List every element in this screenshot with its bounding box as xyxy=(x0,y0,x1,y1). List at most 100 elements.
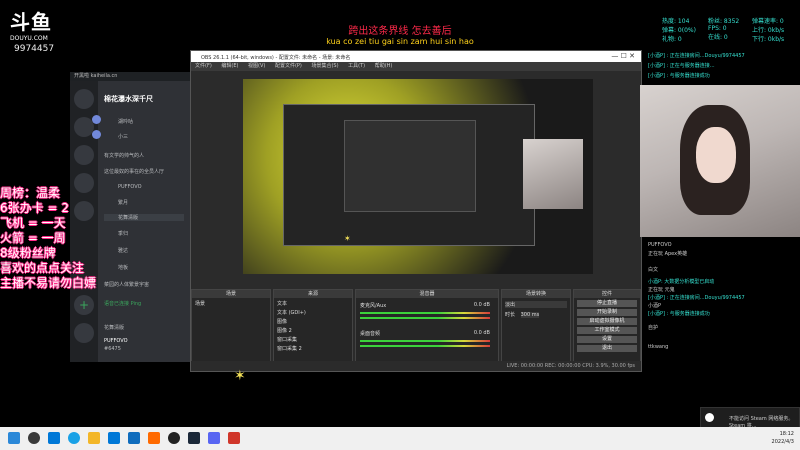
webcam-face xyxy=(696,127,736,183)
server-icon[interactable] xyxy=(74,145,94,165)
menu-view[interactable]: 视图(V) xyxy=(248,63,265,69)
avatar xyxy=(92,130,101,139)
scenes-header: 场景 xyxy=(192,290,270,298)
star-decoration: ✶ xyxy=(344,234,351,243)
nested-capture-inner xyxy=(344,120,476,212)
chat-line: 正在玩 Apex英雄 xyxy=(648,251,688,257)
discord-icon[interactable] xyxy=(208,432,220,444)
search-icon[interactable] xyxy=(28,432,40,444)
apex-icon[interactable] xyxy=(228,432,240,444)
menu-tools[interactable]: 工具(T) xyxy=(348,63,365,69)
server-icon[interactable] xyxy=(74,117,94,137)
menu-scene-collection[interactable]: 场景集合(S) xyxy=(311,63,338,69)
transition-duration-label: 时长 xyxy=(505,312,516,318)
channel-item[interactable]: 季归 xyxy=(104,230,128,237)
chat-line: 自护 xyxy=(648,325,659,331)
server-icon[interactable] xyxy=(74,89,94,109)
obs-statusbar: LIVE: 00:00:00 REC: 00:00:00 CPU: 3.9%, … xyxy=(191,361,641,371)
menu-edit[interactable]: 编辑(E) xyxy=(221,63,238,69)
channel-item-active[interactable]: 花舞清版 xyxy=(104,214,184,221)
menu-file[interactable]: 文件(F) xyxy=(195,63,212,69)
rank-line: 喜欢的点点关注 xyxy=(0,261,85,275)
mixer-dock: 混音器 麦克风/Aux 0.0 dB 桌面音频 0.0 dB xyxy=(355,289,499,371)
server-name: 棉花瀑水深千尺 xyxy=(104,95,153,103)
source-item[interactable]: 文本 (GDI+) xyxy=(277,309,349,316)
stat-gift: 礼物: 0 xyxy=(662,36,682,43)
volume-meter xyxy=(360,340,490,342)
mail-icon[interactable] xyxy=(128,432,140,444)
source-item[interactable]: 窗口采集 2 xyxy=(277,345,349,352)
start-recording-button[interactable]: 开始录制 xyxy=(577,309,637,316)
sources-header: 来源 xyxy=(274,290,352,298)
source-item[interactable]: 图像 2 xyxy=(277,327,349,334)
source-item[interactable]: 文本 xyxy=(277,300,349,307)
scene-item[interactable]: 场景 xyxy=(195,300,267,307)
menu-help[interactable]: 帮助(H) xyxy=(375,63,393,69)
channel-item[interactable]: 地板 xyxy=(104,264,128,271)
voice-channel: 花舞清版 xyxy=(104,325,125,331)
source-item[interactable]: 窗口采集 xyxy=(277,336,349,343)
explorer-icon[interactable] xyxy=(88,432,100,444)
clock-date: 2022/4/3 xyxy=(771,439,794,445)
channel-item[interactable]: 湖吟咕 xyxy=(92,115,133,125)
virtual-camera-button[interactable]: 启动虚拟摄像机 xyxy=(577,318,637,325)
explore-icon[interactable] xyxy=(74,323,94,343)
stat-download: 下行: 0kb/s xyxy=(752,36,785,43)
scenes-dock: 场景 场景 xyxy=(191,289,271,371)
mixer-track-db: 0.0 dB xyxy=(473,302,490,308)
obs-menubar: 文件(F) 编辑(E) 视图(V) 配置文件(P) 场景集合(S) 工具(T) … xyxy=(191,62,641,71)
exit-button[interactable]: 退出 xyxy=(577,345,637,352)
chat-line: [小酒P] : 正在与服务器连接... xyxy=(648,63,715,69)
kaiheila-titlebar: 开黑啦 kaiheila.cn xyxy=(70,72,200,81)
transition-duration[interactable]: 时长 300 ms xyxy=(505,311,567,318)
obs-icon[interactable] xyxy=(168,432,180,444)
mixer-track-db: 0.0 dB xyxy=(473,330,490,336)
controls-header: 控件 xyxy=(574,290,640,298)
taskview-icon[interactable] xyxy=(48,432,60,444)
obs-preview[interactable] xyxy=(243,79,593,274)
stat-upload: 上行: 0kb/s xyxy=(752,27,785,34)
window-controls[interactable]: — ☐ ✕ xyxy=(611,52,635,60)
user-tag: #6475 xyxy=(104,346,121,352)
stop-stream-button[interactable]: 停止直播 xyxy=(577,300,637,307)
sources-dock: 来源 文本 文本 (GDI+) 图像 图像 2 窗口采集 窗口采集 2 xyxy=(273,289,353,371)
channel-item[interactable]: 菜园的人体繁景宇宙 xyxy=(104,281,149,288)
channel-item[interactable]: 有文学的帅气的人 xyxy=(104,152,144,159)
stat-online: 在线: 0 xyxy=(708,34,728,41)
volume-meter xyxy=(360,345,490,347)
chat-line: [小酒P] : 与服务器连接成功 xyxy=(648,311,710,317)
source-item[interactable]: 图像 xyxy=(277,318,349,325)
rank-line: 周榜：温柔 xyxy=(0,186,61,200)
transition-select[interactable]: 淡出 xyxy=(505,301,567,308)
edge-icon[interactable] xyxy=(68,432,80,444)
douyu-icon[interactable] xyxy=(148,432,160,444)
rank-line: 飞机 = 一天 xyxy=(0,216,66,230)
channel-item[interactable]: PUFFOVO xyxy=(104,184,142,190)
steam-notification[interactable]: 不能访问 Steam 网络服务。Steam 将... xyxy=(700,407,800,429)
chat-line: ttkwang xyxy=(648,344,669,350)
stat-heat: 热度: 104 xyxy=(662,18,690,25)
steam-icon[interactable] xyxy=(188,432,200,444)
channel-item[interactable]: 繁月 xyxy=(104,199,128,206)
volume-meter xyxy=(360,312,490,314)
stat-fans: 粉丝: 8352 xyxy=(708,18,740,25)
channel-item[interactable]: 这位最奴的事在的全员人厅 xyxy=(104,168,164,175)
channel-item[interactable]: 雅达 xyxy=(104,247,128,254)
system-clock[interactable]: 18:12 2022/4/3 xyxy=(772,430,794,446)
volume-meter xyxy=(360,317,490,319)
mixer-track-name: 麦克风/Aux xyxy=(360,303,387,309)
transition-duration-value[interactable]: 300 ms xyxy=(520,312,540,318)
store-icon[interactable] xyxy=(108,432,120,444)
windows-taskbar: 18:12 2022/4/3 xyxy=(0,427,800,450)
menu-profile[interactable]: 配置文件(P) xyxy=(275,63,302,69)
stat-danmu: 弹幕: 0(0%) xyxy=(662,27,696,34)
rank-line: 火箭 = 一周 xyxy=(0,231,66,245)
rank-line: 6张办卡 = 2 xyxy=(0,201,69,215)
settings-button[interactable]: 设置 xyxy=(577,336,637,343)
start-icon[interactable] xyxy=(8,432,20,444)
obs-window: OBS 26.1.1 (64-bit, windows) - 配置文件: 未命名… xyxy=(190,50,642,372)
channel-item[interactable]: 小三 xyxy=(92,130,128,140)
studio-mode-button[interactable]: 工作室模式 xyxy=(577,327,637,334)
clock-time: 18:12 xyxy=(779,431,794,437)
add-server-icon[interactable]: + xyxy=(74,295,94,315)
